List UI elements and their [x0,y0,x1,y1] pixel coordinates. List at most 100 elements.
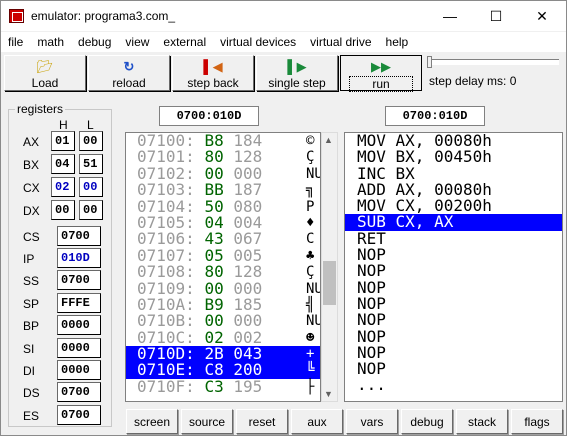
load-button-label: Load [31,76,59,90]
si-label: SI [23,342,35,356]
step-delay-slider-thumb[interactable] [427,56,432,68]
menu-file[interactable]: file [1,32,30,52]
menu-bar: file math debug view external virtual de… [1,32,566,52]
memory-char-value: P [306,198,315,215]
memory-list[interactable]: 07100: B8 184 © 07101: 80 128 Ç 07102: 00 00… [125,132,321,402]
memory-row[interactable]: 0710F: C3 195 ├ [126,376,320,396]
dx-label: DX [23,204,40,218]
bl-field[interactable]: 51 [79,154,103,174]
screen-button[interactable]: screen [126,409,178,434]
al-field[interactable]: 00 [79,131,103,151]
menu-virtual-devices[interactable]: virtual devices [213,32,303,52]
scroll-up-arrow-icon[interactable]: ▲ [324,135,333,145]
reset-button[interactable]: reset [236,409,288,434]
ah-field[interactable]: 01 [51,131,75,151]
memory-char-value: NU [306,280,320,297]
single-step-button-label: single step [268,76,326,90]
flags-button[interactable]: flags [511,409,563,434]
memory-address: 0710F: [137,376,195,396]
memory-char-value: ├ [306,378,315,395]
emulator-window: emulator: programa3.com_ — ☐ ✕ file math… [0,0,567,436]
vars-button[interactable]: vars [346,409,398,434]
cs-label: CS [23,230,40,244]
load-button[interactable]: 📂︎ Load [4,55,86,91]
ss-label: SS [23,274,40,288]
memory-address-field[interactable]: 0700:010D [159,106,259,126]
open-folder-icon: 📂︎ [36,59,54,74]
scroll-down-arrow-icon[interactable]: ▼ [324,389,333,399]
aux-button[interactable]: aux [291,409,343,434]
memory-char-value: ╗ [306,182,315,199]
memory-hex-value: C3 [204,376,224,396]
sp-label: SP [23,297,40,311]
ss-field[interactable]: 0700 [57,270,101,290]
reload-button[interactable]: ↻ reload [88,55,170,91]
window-title: emulator: programa3.com_ [31,9,176,23]
registers-title: registers [15,102,66,116]
cx-label: CX [23,181,40,195]
si-field[interactable]: 0000 [57,338,101,358]
reload-icon: ↻ [123,59,135,74]
app-icon [9,9,24,23]
step-delay-slider-track[interactable] [429,59,559,65]
memory-char-value: Ç [306,264,315,281]
memory-char-value: © [306,133,315,149]
ip-label: IP [23,252,35,266]
memory-scrollbar[interactable]: ▲ ▼ [321,132,338,402]
ds-field[interactable]: 0700 [57,382,101,402]
reload-button-label: reload [112,76,146,90]
menu-external[interactable]: external [156,32,213,52]
bh-field[interactable]: 04 [51,154,75,174]
cs-field[interactable]: 0700 [57,226,101,246]
memory-char-value: C [306,231,315,248]
memory-char-value: ╚ [306,362,315,379]
memory-char-value: NU [306,165,320,182]
step-back-icon: ▌◀ [203,59,223,74]
dh-field[interactable]: 00 [51,200,75,220]
ip-field[interactable]: 010D [57,248,101,268]
debug-button[interactable]: debug [401,409,453,434]
memory-char-value: NU [306,313,320,330]
source-button[interactable]: source [181,409,233,434]
single-step-icon: ▌▶ [287,59,307,74]
dl-field[interactable]: 00 [79,200,103,220]
ch-field[interactable]: 02 [51,177,75,197]
step-back-button-label: step back [187,76,239,90]
disassembly-address-field[interactable]: 0700:010D [385,106,485,126]
close-button[interactable]: ✕ [519,1,565,31]
menu-view[interactable]: view [118,32,156,52]
step-delay-label: step delay ms: 0 [429,74,517,88]
es-field[interactable]: 0700 [57,405,101,425]
memory-char-value: ☻ [306,329,315,346]
bp-field[interactable]: 0000 [57,315,101,335]
run-button-label: run [349,76,413,92]
menu-math[interactable]: math [30,32,71,52]
ax-label: AX [23,135,40,149]
disassembly-row[interactable]: ... [345,377,562,394]
step-back-button[interactable]: ▌◀ step back [172,55,254,91]
bx-label: BX [23,158,40,172]
stack-button[interactable]: stack [456,409,508,434]
disassembly-list[interactable]: MOV AX, 00080h MOV BX, 00450h INC BX ADD AX… [344,132,563,402]
bp-label: BP [23,319,40,333]
es-label: ES [23,409,40,423]
run-icon: ▶▶ [371,59,391,74]
memory-char-value: ╣ [306,296,315,313]
high-byte-header: H [59,118,68,132]
menu-help[interactable]: help [379,32,416,52]
cl-field[interactable]: 00 [79,177,103,197]
maximize-button[interactable]: ☐ [473,1,519,31]
run-button[interactable]: ▶▶ run [340,55,422,92]
memory-char-value: Ç [306,149,315,166]
memory-scroll-thumb[interactable] [323,261,336,305]
minimize-button[interactable]: — [427,1,473,31]
menu-debug[interactable]: debug [71,32,118,52]
menu-virtual-drive[interactable]: virtual drive [303,32,378,52]
memory-char-value: ♦ [306,214,315,231]
single-step-button[interactable]: ▌▶ single step [256,55,338,91]
memory-char-value: + [306,346,315,363]
title-bar: emulator: programa3.com_ — ☐ ✕ [1,1,566,31]
di-label: DI [23,364,35,378]
sp-field[interactable]: FFFE [57,293,101,313]
di-field[interactable]: 0000 [57,360,101,380]
